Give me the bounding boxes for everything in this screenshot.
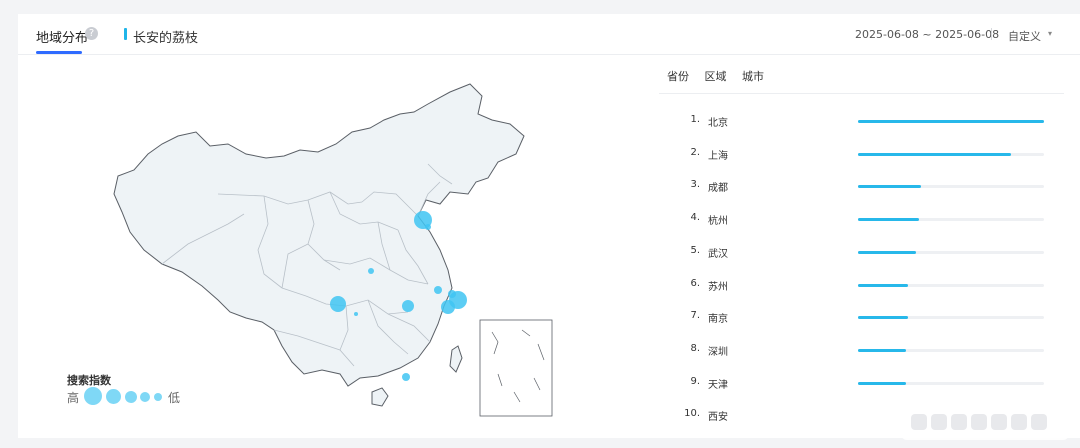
legend-high-label: 高	[67, 391, 80, 405]
active-tab-indicator	[36, 51, 82, 54]
rank-bar-track	[858, 348, 1044, 352]
rank-bar-fill	[858, 250, 916, 254]
region-distribution-card: 地域分布 ? 长安的荔枝 2025-06-08 ~ 2025-06-08 自定义…	[18, 14, 1080, 440]
card-header: 地域分布 ? 长安的荔枝 2025-06-08 ~ 2025-06-08 自定义…	[18, 14, 1080, 55]
rank-number: 3.	[690, 179, 700, 191]
rank-bar-track	[858, 381, 1044, 385]
bubble-suzhou[interactable]	[448, 290, 456, 298]
rank-bar-fill	[858, 316, 909, 320]
rank-city-name: 上海	[708, 150, 728, 162]
rank-city-name: 杭州	[708, 216, 728, 228]
tab-region-distribution[interactable]: 地域分布	[36, 27, 88, 46]
map-taiwan	[449, 345, 463, 373]
rank-number: 9.	[690, 375, 700, 387]
rank-bar-fill	[858, 381, 907, 385]
bubble-xian[interactable]	[368, 268, 374, 274]
rank-bar-fill	[858, 218, 920, 222]
ranking-row[interactable]: 5. 武汉	[678, 245, 1058, 261]
ranking-row[interactable]: 2. 上海	[678, 147, 1058, 163]
ranking-row[interactable]: 4. 杭州	[678, 212, 1058, 228]
ranking-row[interactable]: 1. 北京	[678, 114, 1058, 130]
rank-number: 8.	[690, 342, 700, 354]
divider	[991, 28, 992, 40]
map-land	[113, 83, 525, 387]
bubble-chongqing[interactable]	[354, 312, 358, 316]
keyword-color-marker	[124, 28, 127, 40]
bubble-nanjing[interactable]	[434, 286, 442, 294]
watermark-overlay	[901, 402, 1069, 440]
rank-bar-fill	[858, 283, 909, 287]
rank-city-name: 武汉	[708, 248, 728, 260]
rank-number: 1.	[690, 114, 700, 125]
rank-number: 6.	[690, 277, 700, 289]
ranking-row[interactable]: 3. 成都	[678, 179, 1058, 195]
rank-bar-track	[858, 152, 1044, 156]
rank-number: 4.	[690, 212, 700, 224]
rank-bar-fill	[858, 120, 1044, 123]
legend-bubble-xl	[84, 387, 102, 405]
bubble-hangzhou[interactable]	[441, 300, 455, 314]
rank-city-name: 苏州	[708, 281, 728, 293]
rank-bar-fill	[858, 152, 1011, 156]
rank-city-name: 北京	[708, 118, 728, 129]
rank-bar-fill	[858, 348, 907, 352]
rank-bar-track	[858, 218, 1044, 222]
keyword-label: 长安的荔枝	[133, 31, 199, 46]
rank-bar-track	[858, 316, 1044, 320]
bubble-tianjin[interactable]	[425, 224, 431, 230]
divider	[659, 93, 1064, 94]
ranking-row[interactable]: 9. 天津	[678, 376, 1058, 392]
map-hainan	[371, 387, 389, 407]
rank-city-name: 天津	[708, 379, 728, 391]
chevron-down-icon[interactable]: ▾	[1048, 29, 1052, 38]
granularity-tabs: 省份 区域 城市	[667, 68, 776, 84]
ranking-row[interactable]: 7. 南京	[678, 310, 1058, 326]
rank-bar-track	[858, 250, 1044, 254]
tab-city[interactable]: 城市	[742, 70, 764, 83]
custom-date-dropdown[interactable]: 自定义	[1008, 28, 1041, 44]
ranking-row[interactable]: 8. 深圳	[678, 343, 1058, 359]
tab-region[interactable]: 区域	[705, 70, 727, 83]
china-map-svg	[113, 83, 553, 417]
tab-province[interactable]: 省份	[667, 70, 689, 83]
bubble-chengdu[interactable]	[330, 296, 346, 312]
legend-bubble-xs	[154, 393, 162, 401]
rank-bar-fill	[858, 185, 922, 189]
help-icon[interactable]: ?	[85, 27, 98, 40]
rank-city-name: 成都	[708, 183, 728, 195]
rank-bar-track	[858, 185, 1044, 189]
bubble-shenzhen[interactable]	[402, 373, 410, 381]
legend-bubble-l	[106, 389, 121, 404]
rank-city-name: 深圳	[708, 346, 728, 358]
legend-title: 搜索指数	[67, 374, 111, 387]
legend-bubble-s	[140, 392, 150, 402]
rank-number: 7.	[690, 310, 700, 322]
rank-city-name: 南京	[708, 314, 728, 326]
bubble-wuhan[interactable]	[402, 300, 414, 312]
rank-number: 2.	[690, 146, 700, 158]
china-map[interactable]	[78, 74, 598, 444]
date-range[interactable]: 2025-06-08 ~ 2025-06-08	[855, 28, 999, 41]
legend-bubble-m	[125, 391, 137, 403]
south-china-sea-inset	[479, 319, 553, 417]
rank-city-name: 西安	[708, 412, 728, 424]
ranking-row[interactable]: 6. 苏州	[678, 278, 1058, 294]
rank-bar-track	[858, 283, 1044, 287]
rank-number: 10.	[684, 408, 700, 420]
rank-bar-track	[858, 120, 1044, 123]
legend-low-label: 低	[168, 391, 181, 405]
rank-number: 5.	[690, 244, 700, 256]
